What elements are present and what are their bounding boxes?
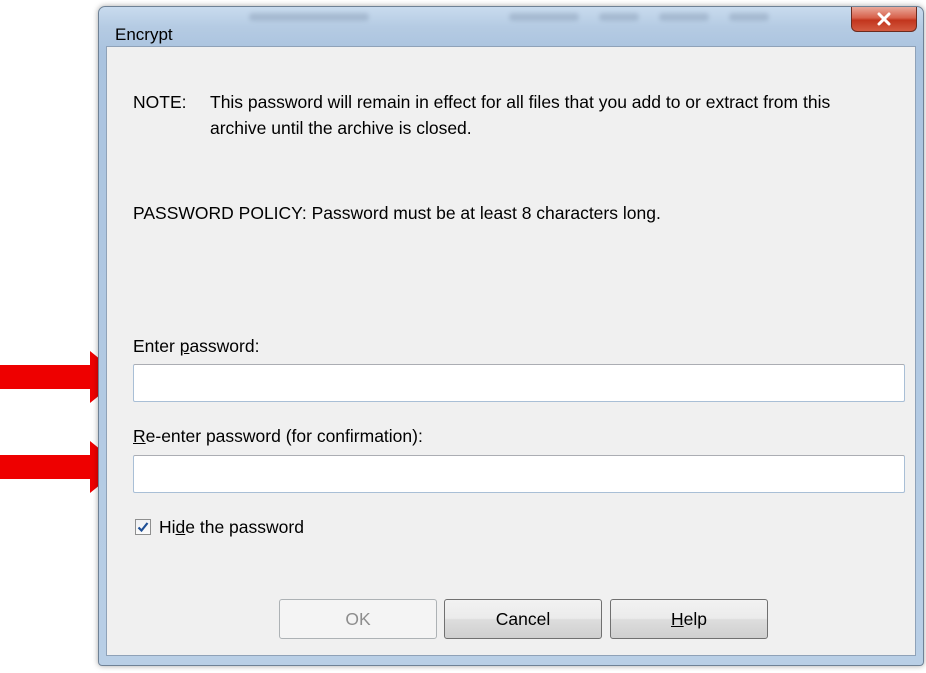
note-text: This password will remain in effect for … xyxy=(210,92,831,138)
cancel-button[interactable]: Cancel xyxy=(444,599,602,639)
background-blur xyxy=(249,13,369,21)
background-blur xyxy=(729,13,769,21)
checkmark-icon xyxy=(137,522,149,533)
note-label: NOTE: xyxy=(133,92,187,112)
hide-password-label[interactable]: Hide the password xyxy=(159,514,304,540)
dialog-title: Encrypt xyxy=(115,25,173,44)
background-blur xyxy=(509,13,579,21)
password-policy-text: PASSWORD POLICY: Password must be at lea… xyxy=(133,203,661,223)
reenter-password-label: Re-enter password (for confirmation): xyxy=(133,426,423,446)
encrypt-dialog: Encrypt NOTE: This password will remain … xyxy=(98,6,924,666)
dialog-body: NOTE: This password will remain in effec… xyxy=(106,46,916,656)
background-blur xyxy=(659,13,709,21)
help-button[interactable]: Help xyxy=(610,599,768,639)
enter-password-label: Enter password: xyxy=(133,336,260,356)
close-icon xyxy=(877,12,891,26)
ok-button[interactable]: OK xyxy=(279,599,437,639)
reenter-password-input[interactable] xyxy=(133,455,905,493)
close-button[interactable] xyxy=(851,7,917,32)
hide-password-checkbox[interactable] xyxy=(135,519,151,535)
enter-password-input[interactable] xyxy=(133,364,905,402)
background-blur xyxy=(599,13,639,21)
